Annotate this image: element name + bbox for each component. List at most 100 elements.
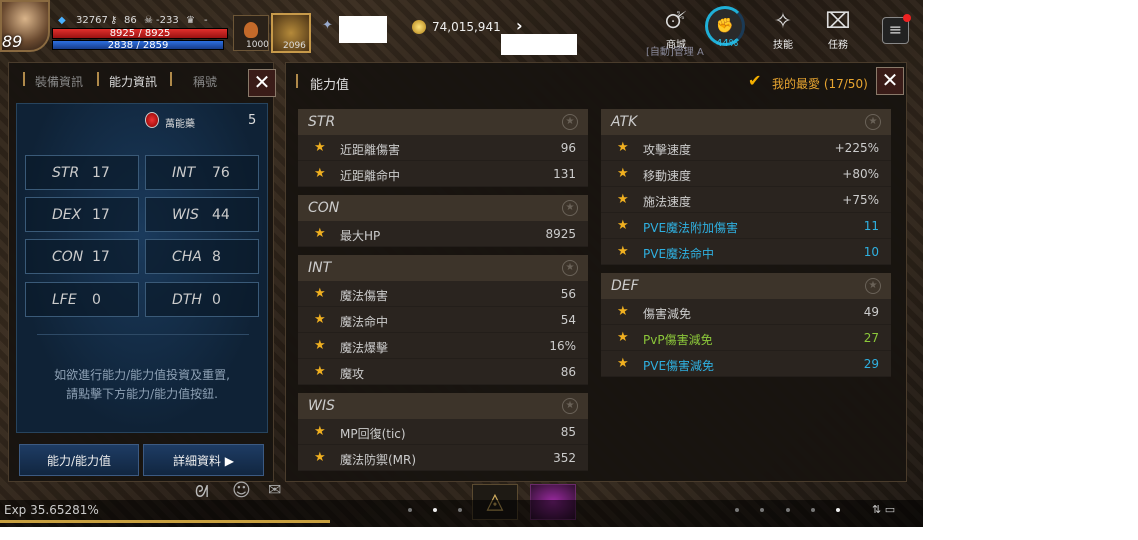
star-icon[interactable]: ★ [314, 450, 326, 465]
redacted-box [339, 16, 387, 43]
page-dot[interactable] [786, 508, 790, 512]
tab-ability[interactable]: 能力資訊 [109, 73, 157, 90]
favorite-star-icon[interactable]: ★ [562, 260, 578, 276]
close-button[interactable]: ✕ [876, 67, 904, 95]
stat-row[interactable]: ★ 傷害減免 49 [601, 299, 891, 325]
stat-row[interactable]: ★ 最大HP 8925 [298, 221, 588, 247]
page-dot-active[interactable] [433, 508, 437, 512]
star-icon[interactable]: ★ [617, 192, 629, 207]
gold-coin-icon [412, 20, 426, 34]
star-icon[interactable]: ★ [617, 166, 629, 181]
star-icon[interactable]: ★ [314, 140, 326, 155]
gold-amount: 74,015,941 [432, 20, 501, 34]
bag-icon: 🜚 [664, 9, 688, 34]
emote-icon[interactable]: ☺ [232, 480, 251, 501]
skill-button[interactable]: ✧ 技能 [763, 8, 803, 51]
title-marker [296, 74, 298, 88]
chat-icon[interactable]: ✉ [268, 480, 281, 499]
page-dot[interactable] [458, 508, 462, 512]
star-icon[interactable]: ★ [617, 356, 629, 371]
quest-button[interactable]: ⌧ 任務 [818, 8, 858, 51]
star-icon[interactable]: ★ [314, 312, 326, 327]
star-icon[interactable]: ★ [617, 330, 629, 345]
close-button[interactable]: ✕ [248, 69, 276, 97]
stat-value: +80% [842, 167, 879, 181]
star-icon[interactable]: ★ [314, 364, 326, 379]
stat-row[interactable]: ★ 近距離命中 131 [298, 161, 588, 187]
hp-bar: 8925 / 8925 [52, 28, 228, 39]
stat-value: +225% [834, 141, 879, 155]
stat-name: 魔法命中 [340, 315, 389, 329]
stat-con: CON 17 [25, 239, 139, 274]
item-slot[interactable]: 2096 [271, 13, 311, 53]
star-icon[interactable]: ★ [314, 424, 326, 439]
redacted-box [501, 34, 577, 55]
stat-row[interactable]: ★ MP回復(tic) 85 [298, 419, 588, 445]
page-dot[interactable] [760, 508, 764, 512]
hint-line-1: 如欲進行能力/能力值投資及重置, [54, 368, 230, 382]
group-title: DEF [611, 278, 639, 294]
stat-value: +75% [842, 193, 879, 207]
favorite-star-icon[interactable]: ★ [562, 200, 578, 216]
stat-row[interactable]: ★ 近距離傷害 96 [298, 135, 588, 161]
star-icon[interactable]: ★ [617, 244, 629, 259]
stat-value: 27 [863, 331, 879, 345]
tab-equipment[interactable]: 裝備資訊 [35, 73, 83, 90]
favorites-label[interactable]: 我的最愛 (17/50) [772, 75, 868, 92]
stat-row[interactable]: ★ 移動速度 +80% [601, 161, 891, 187]
stat-name: 魔法傷害 [340, 289, 389, 303]
stat-row[interactable]: ★ 施法速度 +75% [601, 187, 891, 213]
star-icon[interactable]: ★ [617, 304, 629, 319]
page-dot[interactable] [408, 508, 412, 512]
favorite-star-icon[interactable]: ★ [562, 114, 578, 130]
stat-row[interactable]: ★ PvP傷害減免 27 [601, 325, 891, 351]
page-dot[interactable] [811, 508, 815, 512]
star-icon[interactable]: ★ [314, 226, 326, 241]
stat-row[interactable]: ★ 魔法命中 54 [298, 307, 588, 333]
scroll-icon: ⌧ [825, 9, 851, 34]
stat-row[interactable]: ★ 攻擊速度 +225% [601, 135, 891, 161]
stat-name: 施法速度 [643, 195, 692, 209]
detail-button[interactable]: 詳細資料 ▶ [143, 444, 264, 476]
page-dot[interactable] [735, 508, 739, 512]
stat-name: PvP傷害減免 [643, 333, 713, 347]
stat-group: DEF ★ ★ 傷害減免 49 ★ PvP傷害減免 27 ★ PVE傷害減免 29 [601, 273, 891, 385]
group-header: DEF ★ [601, 273, 891, 299]
star-icon[interactable]: ★ [314, 286, 326, 301]
star-icon[interactable]: ★ [617, 218, 629, 233]
star-icon[interactable]: ★ [314, 338, 326, 353]
star-icon[interactable]: ★ [617, 140, 629, 155]
chevron-right-icon[interactable]: › [516, 16, 523, 35]
stat-row[interactable]: ★ 魔法傷害 56 [298, 281, 588, 307]
hint-line-2: 請點擊下方能力/能力值按鈕. [66, 387, 218, 401]
stat-row[interactable]: ★ 魔法爆擊 16% [298, 333, 588, 359]
group-header: STR ★ [298, 109, 588, 135]
stat-key: DTH [172, 292, 202, 308]
checkmark-icon[interactable]: ✔ [748, 71, 761, 90]
stat-row[interactable]: ★ PVE魔法命中 10 [601, 239, 891, 265]
ability-button[interactable]: 能力/能力值 [19, 444, 139, 476]
stat-row[interactable]: ★ 魔攻 86 [298, 359, 588, 385]
star-icon[interactable]: ★ [314, 166, 326, 181]
stat-dex: DEX 17 [25, 197, 139, 232]
stat-name: MP回復(tic) [340, 427, 406, 441]
stat-row[interactable]: ★ 魔法防禦(MR) 352 [298, 445, 588, 471]
ability-values-panel: 能力值 ✔ 我的最愛 (17/50) ✕ STR ★ ★ 近距離傷害 96 ★ 近距離命中 1… [285, 62, 907, 482]
tab-title[interactable]: 稱號 [193, 73, 217, 90]
stat3-value: - [204, 15, 208, 26]
favorite-star-icon[interactable]: ★ [865, 114, 881, 130]
stat-name: PVE傷害減免 [643, 359, 715, 373]
hand-icon[interactable]: ᘛ [195, 482, 209, 502]
favorite-star-icon[interactable]: ★ [562, 398, 578, 414]
stat-row[interactable]: ★ PVE傷害減免 29 [601, 351, 891, 377]
favorite-star-icon[interactable]: ★ [865, 278, 881, 294]
page-dot-active[interactable] [836, 508, 840, 512]
stat-key: STR [52, 165, 80, 181]
stat-value: 29 [863, 357, 879, 371]
potion-slot[interactable]: 1000 [233, 15, 269, 51]
stat-row[interactable]: ★ PVE魔法附加傷害 11 [601, 213, 891, 239]
group-header: CON ★ [298, 195, 588, 221]
stat-int: INT 76 [145, 155, 259, 190]
trophy-icon: ♛ [186, 15, 195, 26]
stat-key: INT [172, 165, 196, 181]
